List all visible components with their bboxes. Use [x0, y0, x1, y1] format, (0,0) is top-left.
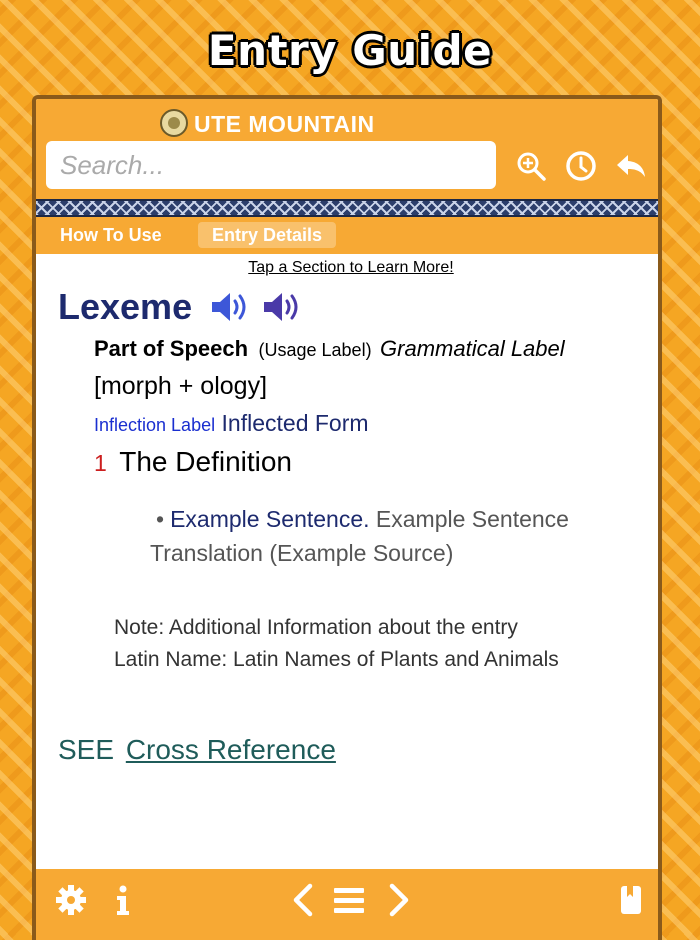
tab-how-to-use[interactable]: How To Use — [46, 222, 176, 248]
tap-hint[interactable]: Tap a Section to Learn More! — [36, 259, 658, 277]
inflection-line[interactable]: Inflection Label Inflected Form — [94, 410, 369, 437]
morphology[interactable]: [morph + ology] — [94, 372, 267, 401]
slow-speaker-icon[interactable] — [262, 291, 306, 323]
cross-reference-link[interactable]: Cross Reference — [126, 734, 336, 765]
note[interactable]: Note: Additional Information about the e… — [114, 616, 518, 640]
zoom-in-icon[interactable] — [514, 149, 548, 183]
definition-line[interactable]: 1 The Definition — [94, 446, 292, 478]
header: UTE MOUNTAIN How To Use Entry Details — [36, 99, 658, 254]
lexeme[interactable]: Lexeme — [58, 286, 192, 328]
tribal-seal-logo — [160, 109, 188, 137]
grammatical-label: Grammatical Label — [380, 336, 565, 361]
inflected-form: Inflected Form — [221, 410, 369, 436]
info-icon[interactable] — [106, 883, 140, 917]
definition-text: The Definition — [119, 446, 293, 477]
tab-entry-details[interactable]: Entry Details — [198, 222, 337, 248]
app-window: UTE MOUNTAIN How To Use Entry Details Ta… — [32, 95, 662, 940]
inflection-label: Inflection Label — [94, 415, 216, 435]
see-line: SEE Cross Reference — [58, 734, 336, 766]
search-input[interactable] — [46, 141, 496, 189]
speaker-icon[interactable] — [210, 291, 254, 323]
brand-row: UTE MOUNTAIN — [36, 107, 658, 137]
menu-icon[interactable] — [332, 883, 366, 917]
latin-name[interactable]: Latin Name: Latin Names of Plants and An… — [114, 648, 559, 672]
example-bullet: • — [156, 506, 165, 532]
example-sentence: Example Sentence. — [170, 506, 370, 532]
see-prefix: SEE — [58, 734, 115, 765]
decorative-border — [36, 199, 658, 217]
footer-toolbar — [36, 869, 658, 940]
usage-label: (Usage Label) — [258, 340, 372, 360]
history-icon[interactable] — [564, 149, 598, 183]
previous-icon[interactable] — [286, 883, 320, 917]
part-of-speech-line[interactable]: Part of Speech (Usage Label) Grammatical… — [94, 336, 565, 362]
bookmark-icon[interactable] — [614, 883, 648, 917]
definition-number: 1 — [94, 450, 107, 476]
example[interactable]: • Example Sentence. Example Sentence Tran… — [150, 502, 640, 570]
page-title: Entry Guide — [207, 26, 493, 75]
next-icon[interactable] — [382, 883, 416, 917]
back-icon[interactable] — [614, 149, 648, 183]
tab-bar: How To Use Entry Details — [36, 220, 658, 250]
brand-name: UTE MOUNTAIN — [194, 111, 375, 137]
part-of-speech: Part of Speech — [94, 336, 249, 361]
settings-icon[interactable] — [54, 883, 88, 917]
